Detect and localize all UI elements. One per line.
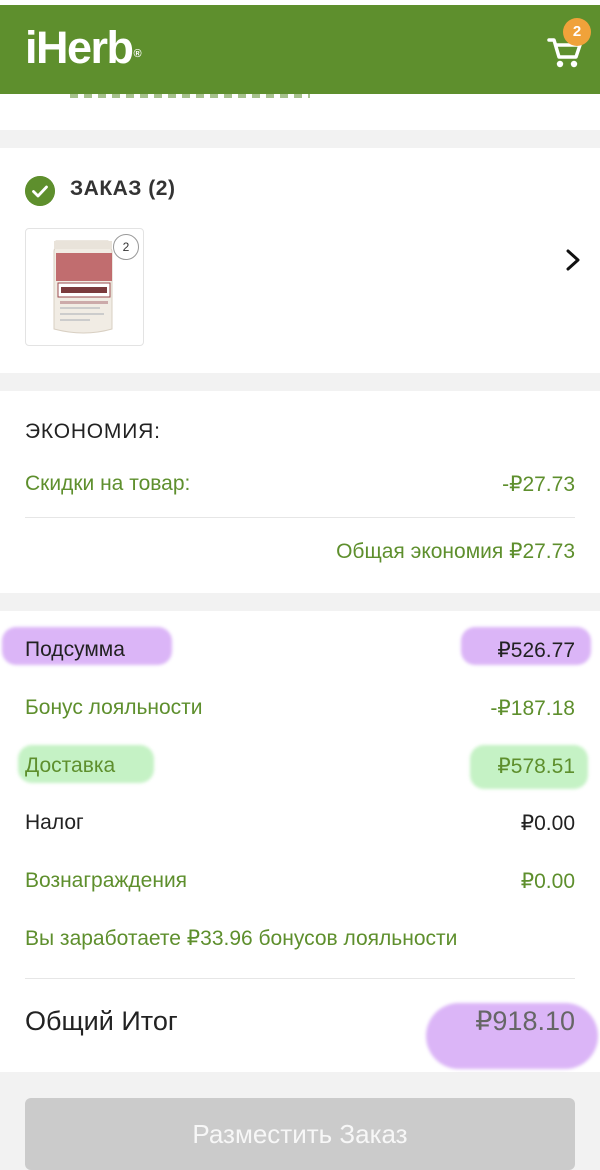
order-title: ЗАКАЗ (2) (70, 177, 176, 200)
place-order-button[interactable]: Разместить Заказ (25, 1098, 575, 1170)
grand-total-value: ₽918.10 (475, 1006, 575, 1036)
tax-label: Налог (25, 811, 84, 834)
tax-value: ₽0.00 (520, 812, 575, 835)
totals-divider (25, 978, 575, 979)
totals-card: Подсумма ₽526.77 Бонус лояльности -₽187.… (0, 611, 600, 1072)
cart-count-badge: 2 (563, 18, 591, 46)
total-savings: Общая экономия ₽27.73 (336, 540, 575, 563)
shipping-label: Доставка (25, 754, 116, 777)
subtotal-label: Подсумма (25, 638, 125, 661)
rewards-label: Вознаграждения (25, 869, 188, 892)
loyalty-bonus-label: Бонус лояльности (25, 696, 203, 719)
clipped-text-remnant (70, 94, 310, 98)
chevron-right-icon[interactable] (562, 248, 584, 272)
savings-title: ЭКОНОМИЯ: (25, 420, 161, 443)
shipping-value: ₽578.51 (497, 755, 575, 778)
app-header: iHerb® 2 (0, 0, 600, 94)
check-circle-icon (25, 176, 55, 206)
grand-total-label: Общий Итог (25, 1006, 178, 1036)
product-discount-value: -₽27.73 (502, 473, 575, 496)
savings-card: ЭКОНОМИЯ: Скидки на товар: -₽27.73 Общая… (0, 391, 600, 593)
product-discount-label: Скидки на товар: (25, 472, 191, 495)
loyalty-earn-note: Вы заработаете ₽33.96 бонусов лояльности (25, 927, 458, 950)
iherb-logo[interactable]: iHerb® (25, 22, 142, 74)
previous-section-edge (0, 94, 600, 130)
order-card[interactable]: ЗАКАЗ (2) 2 (0, 148, 600, 373)
status-strip (0, 0, 600, 5)
rewards-value: ₽0.00 (520, 870, 575, 893)
item-quantity-badge: 2 (113, 234, 139, 260)
savings-divider (25, 517, 575, 518)
loyalty-bonus-value: -₽187.18 (490, 697, 575, 720)
subtotal-value: ₽526.77 (497, 639, 575, 662)
